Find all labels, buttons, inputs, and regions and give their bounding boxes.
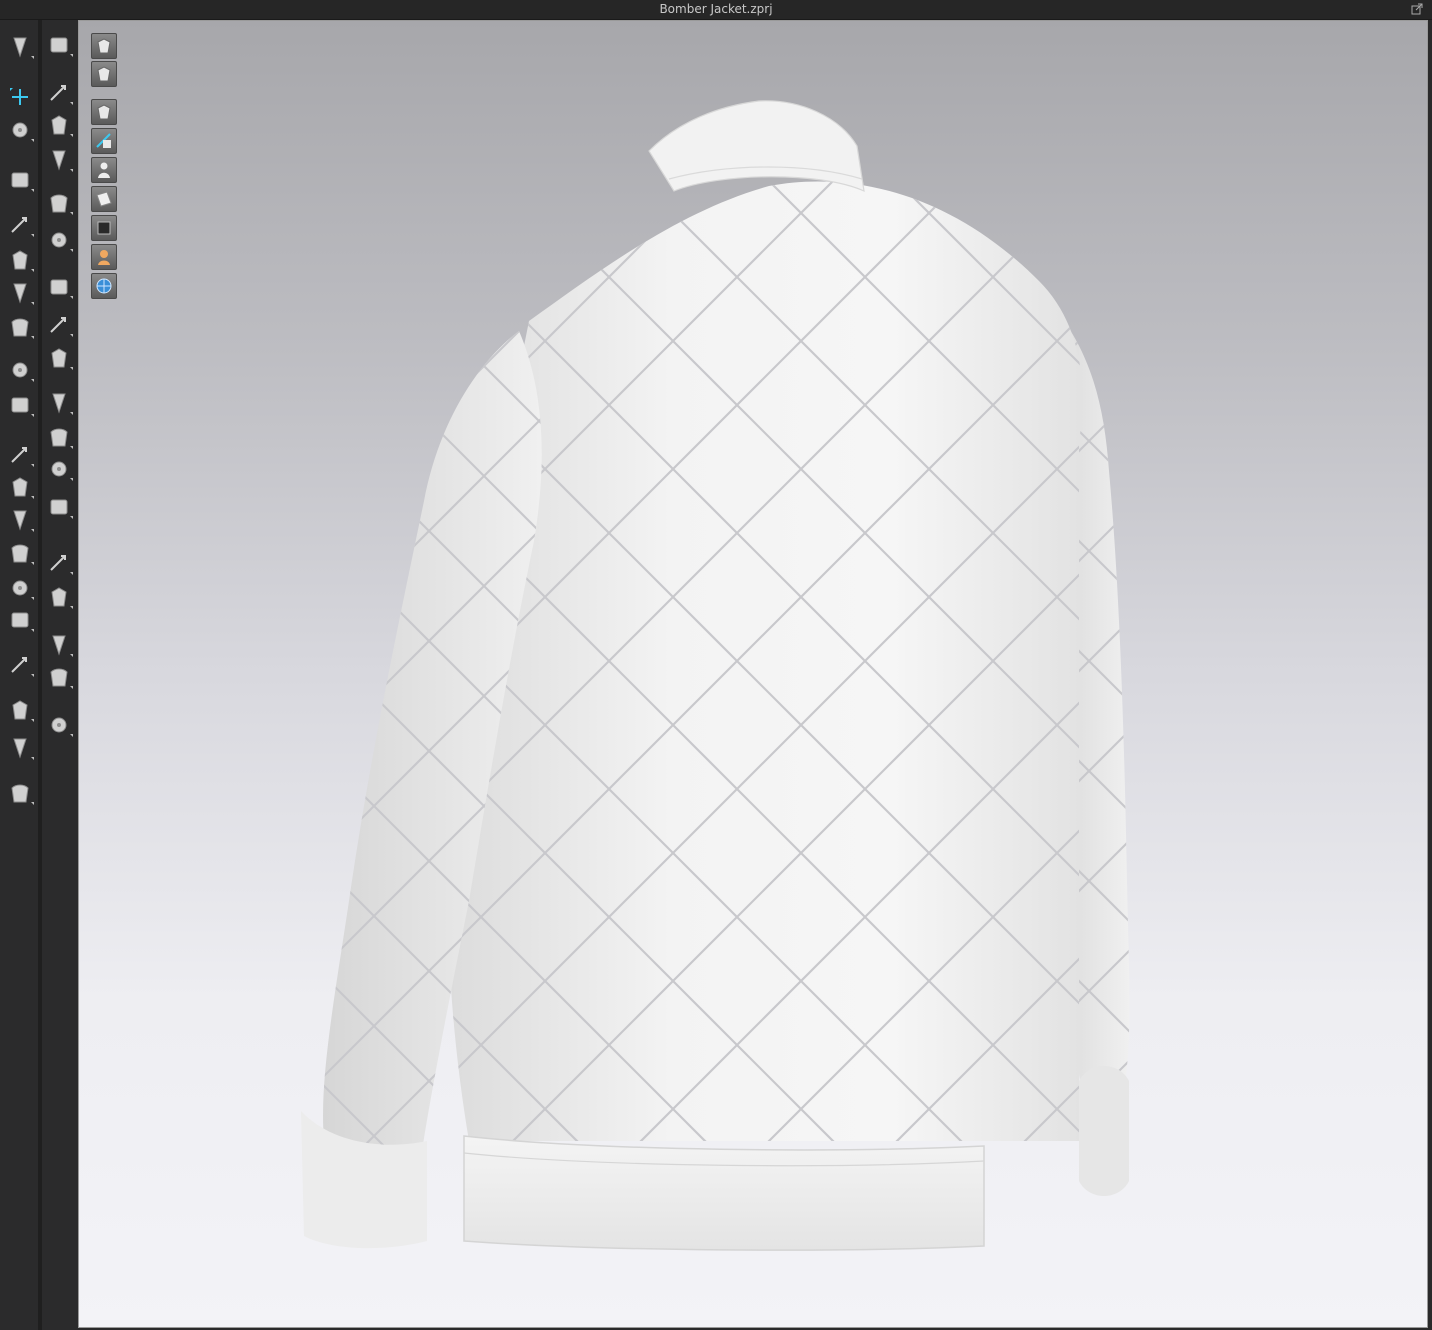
bomber-jacket-3d-model[interactable] — [79, 21, 1427, 1327]
buttonhole-icon[interactable] — [43, 422, 75, 452]
layer-icon[interactable] — [4, 605, 36, 635]
puckering-icon[interactable] — [4, 390, 36, 420]
drape-garment-icon[interactable] — [4, 733, 36, 763]
puckering-fabric-icon[interactable] — [43, 548, 75, 578]
detach-window-icon[interactable] — [1410, 2, 1424, 16]
show-pattern-icon[interactable] — [91, 186, 117, 212]
seam-taping-icon[interactable] — [4, 650, 36, 680]
fold-icon[interactable] — [43, 225, 75, 255]
environment-icon[interactable] — [91, 273, 117, 299]
strengthen-icon[interactable] — [4, 472, 36, 502]
sewing-icon[interactable] — [4, 210, 36, 240]
avatar-measure-icon[interactable] — [4, 538, 36, 568]
pin-icon[interactable] — [4, 355, 36, 385]
edit-curvature-icon[interactable] — [4, 115, 36, 145]
segment-sewing-icon[interactable] — [4, 245, 36, 275]
garment-shape-icon[interactable] — [91, 61, 117, 87]
show-garment-icon[interactable] — [91, 99, 117, 125]
tack-icon[interactable] — [4, 278, 36, 308]
window-title: Bomber Jacket.zprj — [659, 2, 773, 16]
toolbar-divider — [38, 20, 42, 1330]
show-avatar-icon[interactable] — [91, 157, 117, 183]
right-cuff[interactable] — [1079, 1066, 1129, 1196]
layer-fabric-icon[interactable] — [43, 630, 75, 660]
3d-pattern-view-icon[interactable] — [91, 33, 117, 59]
texture-icon[interactable] — [43, 310, 75, 340]
title-bar: Bomber Jacket.zprj — [0, 0, 1432, 20]
pin-avatar-icon[interactable] — [43, 272, 75, 302]
3d-viewport[interactable] — [78, 20, 1428, 1328]
thread-icon[interactable] — [43, 110, 75, 140]
topstitch-icon[interactable] — [43, 710, 75, 740]
show-skin-icon[interactable] — [91, 244, 117, 270]
graphic-icon[interactable] — [43, 343, 75, 373]
tool-palette — [0, 20, 78, 1330]
arrangement-icon[interactable] — [4, 573, 36, 603]
simulate-icon[interactable] — [43, 30, 75, 60]
pattern-fold-icon[interactable] — [4, 312, 36, 342]
fabric-swatch-icon[interactable] — [43, 582, 75, 612]
select-move-icon[interactable] — [4, 32, 36, 62]
garment-select-icon[interactable] — [4, 165, 36, 195]
tack-on-avatar-icon[interactable] — [43, 188, 75, 218]
zipper-icon[interactable] — [43, 492, 75, 522]
show-texture-icon[interactable] — [91, 215, 117, 241]
fabric-panel-icon[interactable] — [43, 662, 75, 692]
edit-sewing-icon[interactable] — [43, 78, 75, 108]
hem-rib-band[interactable] — [463, 1135, 985, 1251]
fold-arrangement-icon[interactable] — [4, 440, 36, 470]
drape-fitted-icon[interactable] — [4, 778, 36, 808]
show-internal-icon[interactable] — [91, 128, 117, 154]
button-icon[interactable] — [43, 388, 75, 418]
lock-button-icon[interactable] — [43, 454, 75, 484]
jacket-back-panel[interactable] — [448, 181, 1083, 1141]
collar[interactable] — [648, 100, 865, 192]
elastic-icon[interactable] — [43, 145, 75, 175]
garment-fit-icon[interactable] — [4, 505, 36, 535]
transform-pattern-icon[interactable] — [4, 82, 36, 112]
measure-icon[interactable] — [4, 695, 36, 725]
